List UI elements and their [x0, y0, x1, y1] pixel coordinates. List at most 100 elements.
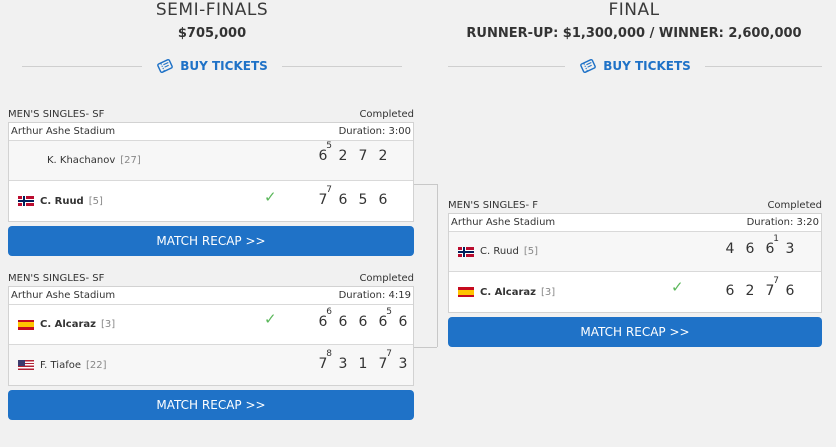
- match-round: MEN'S SINGLES- SF: [8, 108, 105, 120]
- set-score: 61: [765, 234, 779, 257]
- player-row[interactable]: C. Ruud [5] ✓ 77 6 5 6: [9, 181, 413, 221]
- norway-flag-icon: [458, 246, 474, 257]
- set-score: 65: [318, 141, 332, 164]
- set-score: 4: [725, 241, 735, 257]
- norway-flag-icon: [18, 196, 34, 206]
- final-header: FINAL RUNNER-UP: $1,300,000 / WINNER: 2,…: [434, 0, 834, 41]
- match-card-final: MEN'S SINGLES- F Completed Arthur Ashe S…: [448, 197, 822, 313]
- tiebreak-score: 7: [326, 185, 332, 195]
- match-card-sf2: MEN'S SINGLES- SF Completed Arthur Ashe …: [8, 270, 414, 386]
- set-score: 65: [378, 307, 392, 330]
- match-round: MEN'S SINGLES- F: [448, 199, 539, 211]
- set-score: 6: [378, 192, 388, 208]
- final-tickets-row: BUY TICKETS: [448, 57, 823, 75]
- set-score: 78: [318, 349, 332, 372]
- venue: Arthur Ashe Stadium: [11, 290, 116, 301]
- duration: Duration: 4:19: [338, 290, 411, 301]
- score-list: 66 6 6 65 6: [313, 307, 413, 330]
- tiebreak-score: 7: [773, 276, 779, 286]
- set-score: 5: [358, 192, 368, 208]
- match-recap-button[interactable]: MATCH RECAP >>: [8, 390, 414, 420]
- set-score: 6: [358, 314, 368, 330]
- match-box: Arthur Ashe Stadium Duration: 4:19 C. Al…: [8, 286, 414, 386]
- set-score: 2: [338, 148, 348, 164]
- score-list: 65 2 7 2: [313, 141, 393, 164]
- checkmark-icon: ✓: [264, 188, 277, 206]
- set-score: 2: [745, 283, 755, 299]
- semifinals-buy-tickets-link[interactable]: BUY TICKETS: [156, 57, 268, 75]
- usa-flag-icon: [18, 360, 34, 370]
- divider: [281, 65, 403, 67]
- match-box: Arthur Ashe Stadium Duration: 3:00 K. Kh…: [8, 122, 414, 222]
- tiebreak-score: 1: [773, 234, 779, 244]
- checkmark-icon: ✓: [264, 310, 277, 328]
- match-status: Completed: [767, 199, 822, 211]
- final-prize: RUNNER-UP: $1,300,000 / WINNER: 2,600,00…: [466, 26, 802, 41]
- set-score: 3: [785, 241, 795, 257]
- score-list: 4 6 61 3: [720, 234, 800, 257]
- ticket-icon: [580, 58, 597, 74]
- semifinals-header: SEMI-FINALS $705,000: [112, 0, 312, 41]
- divider: [22, 65, 143, 67]
- player-seed: [3]: [100, 319, 116, 330]
- venue: Arthur Ashe Stadium: [451, 217, 556, 228]
- set-score: 77: [378, 349, 392, 372]
- match-box: Arthur Ashe Stadium Duration: 3:20 C. Ru…: [448, 213, 822, 313]
- final-title: FINAL: [608, 0, 660, 20]
- set-score: 2: [378, 148, 388, 164]
- score-list: 77 6 5 6: [313, 185, 393, 208]
- final-buy-tickets-link[interactable]: BUY TICKETS: [579, 57, 691, 75]
- set-score: 6: [785, 283, 795, 299]
- semifinals-tickets-row: BUY TICKETS: [22, 57, 403, 75]
- set-score: 66: [318, 307, 332, 330]
- player-row[interactable]: C. Ruud [5] 4 6 61 3: [449, 232, 821, 272]
- score-list: 78 3 1 77 3: [313, 349, 413, 372]
- player-seed: [5]: [523, 246, 539, 257]
- player-name: K. Khachanov: [47, 155, 116, 166]
- buy-tickets-label: BUY TICKETS: [603, 59, 691, 73]
- player-seed: [5]: [88, 195, 103, 207]
- player-seed: [3]: [540, 286, 556, 298]
- set-score: 6: [725, 283, 735, 299]
- set-score: 1: [358, 356, 368, 372]
- tiebreak-score: 5: [326, 141, 332, 151]
- match-round: MEN'S SINGLES- SF: [8, 272, 105, 284]
- match-recap-button[interactable]: MATCH RECAP >>: [8, 226, 414, 256]
- set-score: 77: [318, 185, 332, 208]
- duration: Duration: 3:20: [746, 217, 819, 228]
- set-score: 6: [398, 314, 408, 330]
- player-name: C. Alcaraz: [40, 319, 96, 330]
- tiebreak-score: 7: [386, 349, 392, 359]
- set-score: 7: [358, 148, 368, 164]
- set-score: 3: [338, 356, 348, 372]
- spain-flag-icon: [458, 287, 474, 297]
- semifinals-prize: $705,000: [177, 26, 247, 41]
- venue: Arthur Ashe Stadium: [11, 126, 116, 137]
- checkmark-icon: ✓: [671, 278, 684, 296]
- semifinals-title: SEMI-FINALS: [155, 0, 269, 20]
- tiebreak-score: 8: [326, 349, 332, 359]
- player-row[interactable]: C. Alcaraz [3] ✓ 66 6 6 65 6: [9, 305, 413, 345]
- player-seed: [27]: [120, 155, 141, 166]
- player-row[interactable]: C. Alcaraz [3] ✓ 6 2 77 6: [449, 272, 821, 312]
- spain-flag-icon: [18, 319, 34, 330]
- match-card-sf1: MEN'S SINGLES- SF Completed Arthur Ashe …: [8, 106, 414, 222]
- player-name: C. Ruud: [40, 195, 84, 207]
- match-recap-button[interactable]: MATCH RECAP >>: [448, 317, 822, 347]
- set-score: 3: [398, 356, 408, 372]
- duration: Duration: 3:00: [338, 126, 411, 137]
- divider: [448, 65, 566, 67]
- set-score: 6: [338, 314, 348, 330]
- tiebreak-score: 5: [386, 307, 392, 317]
- set-score: 6: [745, 241, 755, 257]
- set-score: 6: [338, 192, 348, 208]
- player-seed: [22]: [86, 359, 107, 371]
- match-status: Completed: [359, 108, 414, 120]
- player-row[interactable]: F. Tiafoe [22] 78 3 1 77 3: [9, 345, 413, 385]
- divider: [704, 65, 823, 67]
- ticket-icon: [157, 58, 174, 74]
- score-list: 6 2 77 6: [720, 276, 800, 299]
- player-row[interactable]: K. Khachanov [27] 65 2 7 2: [9, 141, 413, 181]
- bracket-connector: [413, 347, 437, 348]
- buy-tickets-label: BUY TICKETS: [180, 59, 268, 73]
